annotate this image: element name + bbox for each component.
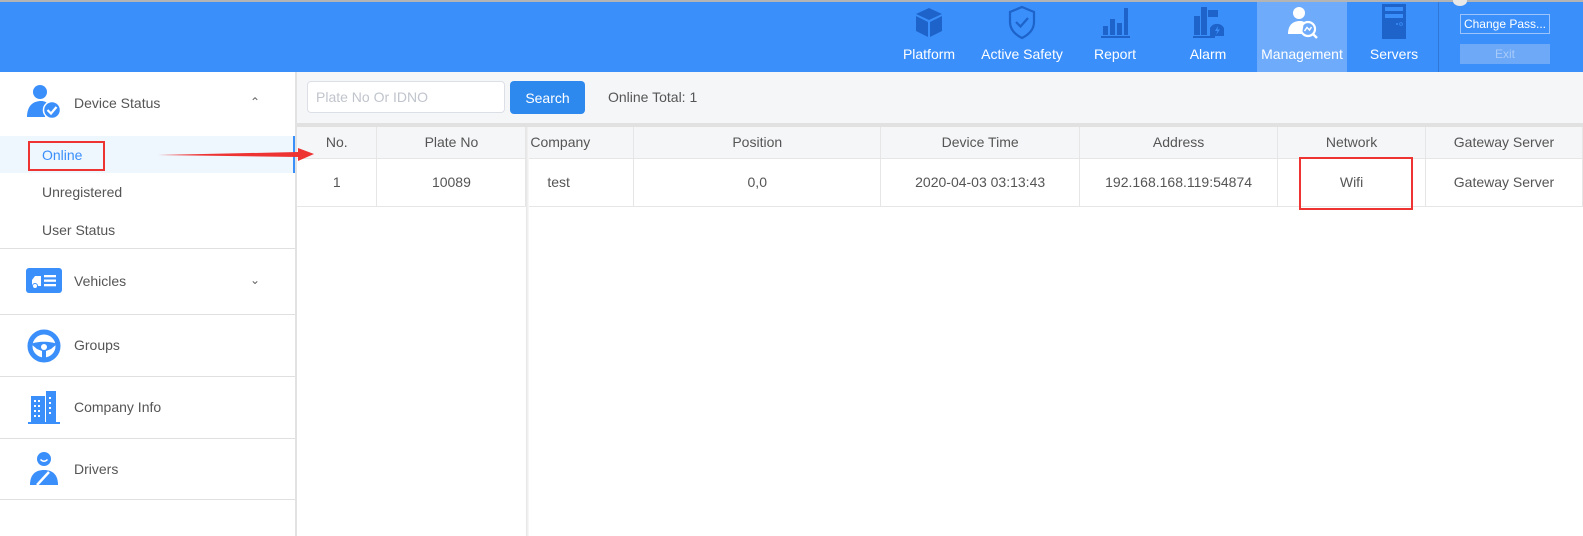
- column-header-position[interactable]: Position: [633, 127, 882, 159]
- nav-servers[interactable]: Servers: [1349, 2, 1439, 72]
- column-header-company[interactable]: Company: [525, 127, 635, 159]
- sidebar-item-user-status[interactable]: User Status: [0, 211, 295, 248]
- online-total-count: Online Total: 1: [608, 89, 698, 105]
- server-icon: [1382, 4, 1406, 39]
- annotation-box-online: [28, 141, 105, 171]
- fixed-column-shadow: [526, 127, 529, 536]
- nav-platform[interactable]: Platform: [884, 2, 974, 72]
- sidebar-group-company-info[interactable]: Company Info: [0, 377, 295, 437]
- sidebar-group-company-info-label: Company Info: [74, 399, 162, 415]
- cell-address: 192.168.168.119:54874: [1079, 158, 1279, 207]
- cube-icon: [916, 8, 942, 37]
- cell-company: test: [525, 158, 635, 207]
- nav-platform-label: Platform: [902, 46, 956, 62]
- search-input[interactable]: [307, 81, 505, 113]
- annotation-arrow: [158, 148, 314, 161]
- table-header-row: No. Plate No Company Position Device Tim…: [297, 127, 1583, 159]
- nav-servers-label: Servers: [1369, 46, 1419, 62]
- sidebar-group-device-status[interactable]: Device Status ⌃: [0, 72, 295, 132]
- sidebar-group-groups[interactable]: Groups: [0, 315, 295, 375]
- nav-management[interactable]: Management: [1257, 2, 1347, 72]
- building-icon: [28, 391, 60, 424]
- nav-alarm-label: Alarm: [1189, 46, 1227, 62]
- sidebar-group-drivers[interactable]: Drivers: [0, 439, 295, 499]
- sidebar-group-vehicles[interactable]: Vehicles ⌄: [0, 249, 295, 309]
- column-header-address[interactable]: Address: [1079, 127, 1279, 159]
- user-check-icon: [27, 85, 62, 120]
- nav-management-label: Management: [1261, 46, 1343, 62]
- sidebar-group-vehicles-label: Vehicles: [74, 273, 127, 289]
- cell-plate-no: 10089: [376, 158, 527, 207]
- vehicle-list-icon: [26, 268, 62, 293]
- nav-alarm[interactable]: Alarm: [1163, 2, 1253, 72]
- nav-report[interactable]: Report: [1070, 2, 1160, 72]
- search-toolbar: Search Online Total: 1: [297, 72, 1583, 123]
- sidebar-group-device-status-label: Device Status: [74, 95, 161, 111]
- column-header-plate-no[interactable]: Plate No: [376, 127, 527, 159]
- chevron-down-icon: ⌄: [250, 273, 261, 287]
- cell-position: 0,0: [633, 158, 882, 207]
- nav-report-label: Report: [1093, 46, 1137, 62]
- nav-active-safety[interactable]: Active Safety: [977, 2, 1067, 72]
- chevron-up-icon: ⌃: [250, 95, 261, 109]
- sidebar-divider: [0, 499, 295, 500]
- cell-device-time: 2020-04-03 03:13:43: [880, 158, 1081, 207]
- sidebar-group-groups-label: Groups: [74, 337, 120, 353]
- header-divider: [1438, 2, 1439, 72]
- column-header-device-time[interactable]: Device Time: [880, 127, 1081, 159]
- alarm-siren-icon: [1193, 7, 1224, 38]
- annotation-box-network: [1299, 157, 1413, 210]
- user-avatar[interactable]: [1453, 0, 1467, 6]
- sidebar-item-unregistered[interactable]: Unregistered: [0, 173, 295, 210]
- shield-check-icon: [1008, 5, 1036, 40]
- change-password-button[interactable]: Change Pass...: [1460, 14, 1550, 34]
- sidebar-item-user-status-label: User Status: [42, 222, 116, 238]
- exit-button[interactable]: Exit: [1460, 44, 1550, 64]
- column-header-gateway-server[interactable]: Gateway Server: [1425, 127, 1583, 159]
- user-search-icon: [1288, 7, 1318, 39]
- column-header-network[interactable]: Network: [1277, 127, 1426, 159]
- nav-active-safety-label: Active Safety: [981, 46, 1063, 62]
- search-button[interactable]: Search: [510, 81, 585, 114]
- sidebar-item-unregistered-label: Unregistered: [42, 184, 123, 200]
- cell-gateway-server: Gateway Server: [1425, 158, 1583, 207]
- steering-wheel-icon: [27, 329, 61, 363]
- sidebar-group-drivers-label: Drivers: [74, 461, 119, 477]
- bar-chart-icon: [1101, 8, 1130, 38]
- top-navigation-bar: Platform Active Safety Report Alarm Mana…: [0, 0, 1583, 72]
- driver-seatbelt-icon: [30, 452, 58, 486]
